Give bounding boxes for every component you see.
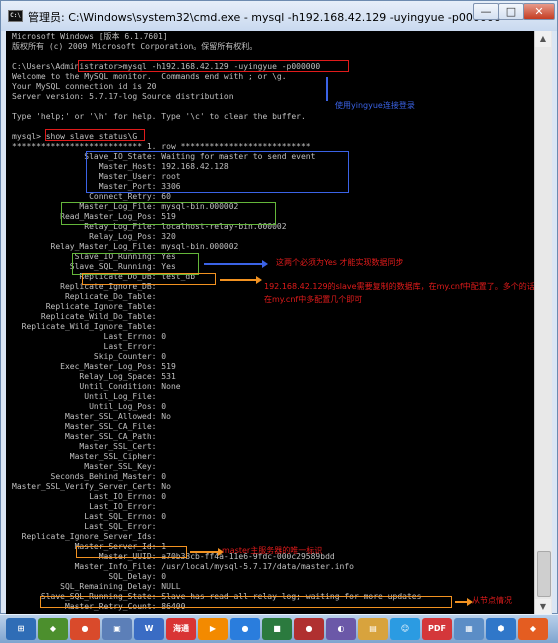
console-line: Until_Log_Pos: 0: [12, 402, 167, 411]
app-icon[interactable]: 海通: [166, 618, 196, 640]
console-line: Relay_Log_Pos: 320: [12, 232, 176, 241]
scroll-down-button[interactable]: ▼: [535, 599, 551, 615]
console-icon: C:\: [8, 10, 23, 22]
server-id-note: master主服务器的唯一标识: [222, 546, 323, 555]
log-position-highlight: [61, 202, 276, 225]
console-line: Last_SQL_Errno: 0: [12, 512, 167, 521]
console-line: Last_IO_Errno: 0: [12, 492, 167, 501]
db-note-1: 192.168.42.129的slave需要复制的数据库，在my.cnf中配置了…: [264, 282, 534, 291]
command-highlight: [78, 60, 349, 72]
console-line: 版权所有 (c) 2009 Microsoft Corporation。保留所有…: [12, 42, 258, 51]
close-button[interactable]: ✕: [523, 3, 555, 20]
db-arrow: [220, 276, 262, 284]
console-line: Relay_Master_Log_File: mysql-bin.000002: [12, 242, 239, 251]
console-line: Replicate_Ignore_Table:: [12, 302, 157, 311]
console-line: SQL_Remaining_Delay: NULL: [12, 582, 181, 591]
files-icon[interactable]: ▣: [102, 618, 132, 640]
login-note: 使用yingyue连接登录: [335, 101, 415, 110]
window-title: 管理员: C:\Windows\system32\cmd.exe - mysql…: [28, 11, 501, 24]
pdf-icon[interactable]: PDF: [422, 618, 452, 640]
firefox-icon[interactable]: ▶: [198, 618, 228, 640]
console-line: Until_Condition: None: [12, 382, 181, 391]
console-line: Replicate_Wild_Ignore_Table:: [12, 322, 157, 331]
db-note-2: 在my.cnf中多配置几个即可: [264, 295, 363, 304]
console-line: Welcome to the MySQL monitor. Commands e…: [12, 72, 287, 81]
sql-state-arrow: [455, 598, 473, 606]
console-line: Replicate_Do_Table:: [12, 292, 157, 301]
replicate-db-highlight: [82, 273, 216, 285]
shield-icon[interactable]: ◆: [38, 618, 68, 640]
yes-arrow: [204, 260, 268, 268]
server-id-highlight: [76, 546, 187, 558]
terminal-icon[interactable]: ■: [262, 618, 292, 640]
console-line: Type 'help;' or '\h' for help. Type '\c'…: [12, 112, 306, 121]
console-line: Master_SSL_Cert:: [12, 442, 157, 451]
tools-icon[interactable]: ▦: [454, 618, 484, 640]
sql-state-note: 从节点情况: [472, 596, 512, 605]
media-icon[interactable]: ●: [294, 618, 324, 640]
sql-state-highlight: [40, 596, 452, 608]
vertical-scrollbar[interactable]: ▲ ▼: [534, 31, 552, 615]
console-line: Your MySQL connection id is 20: [12, 82, 157, 91]
console-line: Until_Log_File:: [12, 392, 157, 401]
master-info-highlight: [86, 151, 349, 193]
chat-icon[interactable]: ☺: [390, 618, 420, 640]
console-line: Skip_Counter: 0: [12, 352, 167, 361]
console-line: SQL_Delay: 0: [12, 572, 167, 581]
console-line: Microsoft Windows [版本 6.1.7601]: [12, 32, 168, 41]
console-line: Master_SSL_Allowed: No: [12, 412, 171, 421]
maximize-button[interactable]: □: [498, 3, 524, 20]
settings-icon[interactable]: ⬢: [486, 618, 516, 640]
ui-icon[interactable]: ◆: [518, 618, 548, 640]
console-line: Last_Error:: [12, 342, 157, 351]
browser-icon[interactable]: ●: [70, 618, 100, 640]
minimize-button[interactable]: —: [473, 3, 499, 20]
title-bar[interactable]: C:\ 管理员: C:\Windows\system32\cmd.exe - m…: [1, 1, 557, 31]
console-line: Master_SSL_Key:: [12, 462, 157, 471]
console-line: Last_SQL_Error:: [12, 522, 157, 531]
start-icon[interactable]: ⊞: [6, 618, 36, 640]
console-line: Seconds_Behind_Master: 0: [12, 472, 167, 481]
scroll-up-button[interactable]: ▲: [535, 31, 551, 47]
console-line: Master_SSL_Cipher:: [12, 452, 157, 461]
console-line: Connect_Retry: 60: [12, 192, 171, 201]
console-line: Master_SSL_Verify_Server_Cert: No: [12, 482, 171, 491]
console-line: Server version: 5.7.17-log Source distri…: [12, 92, 234, 101]
chrome-icon[interactable]: ●: [230, 618, 260, 640]
yes-note: 这两个必须为Yes 才能实现数据同步: [276, 258, 404, 267]
cmd-window: C:\ 管理员: C:\Windows\system32\cmd.exe - m…: [0, 0, 558, 615]
server-id-arrow: [190, 548, 224, 556]
console-line: Last_Errno: 0: [12, 332, 167, 341]
console-output[interactable]: Microsoft Windows [版本 6.1.7601] 版权所有 (c) …: [6, 31, 534, 615]
console-line: Relay_Log_Space: 531: [12, 372, 176, 381]
console-line: Master_SSL_CA_File:: [12, 422, 157, 431]
taskbar: ⊞ ◆ ● ▣ W 海通 ▶ ● ■ ● ◐ ▤ ☺ PDF ▦ ⬢ ◆: [0, 614, 558, 643]
login-arrow: [326, 74, 334, 101]
console-line: Master_SSL_CA_Path:: [12, 432, 157, 441]
running-status-highlight: [72, 253, 199, 275]
console-line: Master_Info_File: /usr/local/mysql-5.7.1…: [12, 562, 354, 571]
console-line: Replicate_Wild_Do_Table:: [12, 312, 157, 321]
console-line: Last_IO_Error:: [12, 502, 157, 511]
folder-icon[interactable]: ▤: [358, 618, 388, 640]
word-icon[interactable]: W: [134, 618, 164, 640]
status-command-highlight: [45, 129, 145, 141]
console-line: Exec_Master_Log_Pos: 519: [12, 362, 176, 371]
scroll-thumb[interactable]: [537, 551, 551, 597]
console-line: Replicate_Ignore_Server_Ids:: [12, 532, 157, 541]
mail-icon[interactable]: ◐: [326, 618, 356, 640]
